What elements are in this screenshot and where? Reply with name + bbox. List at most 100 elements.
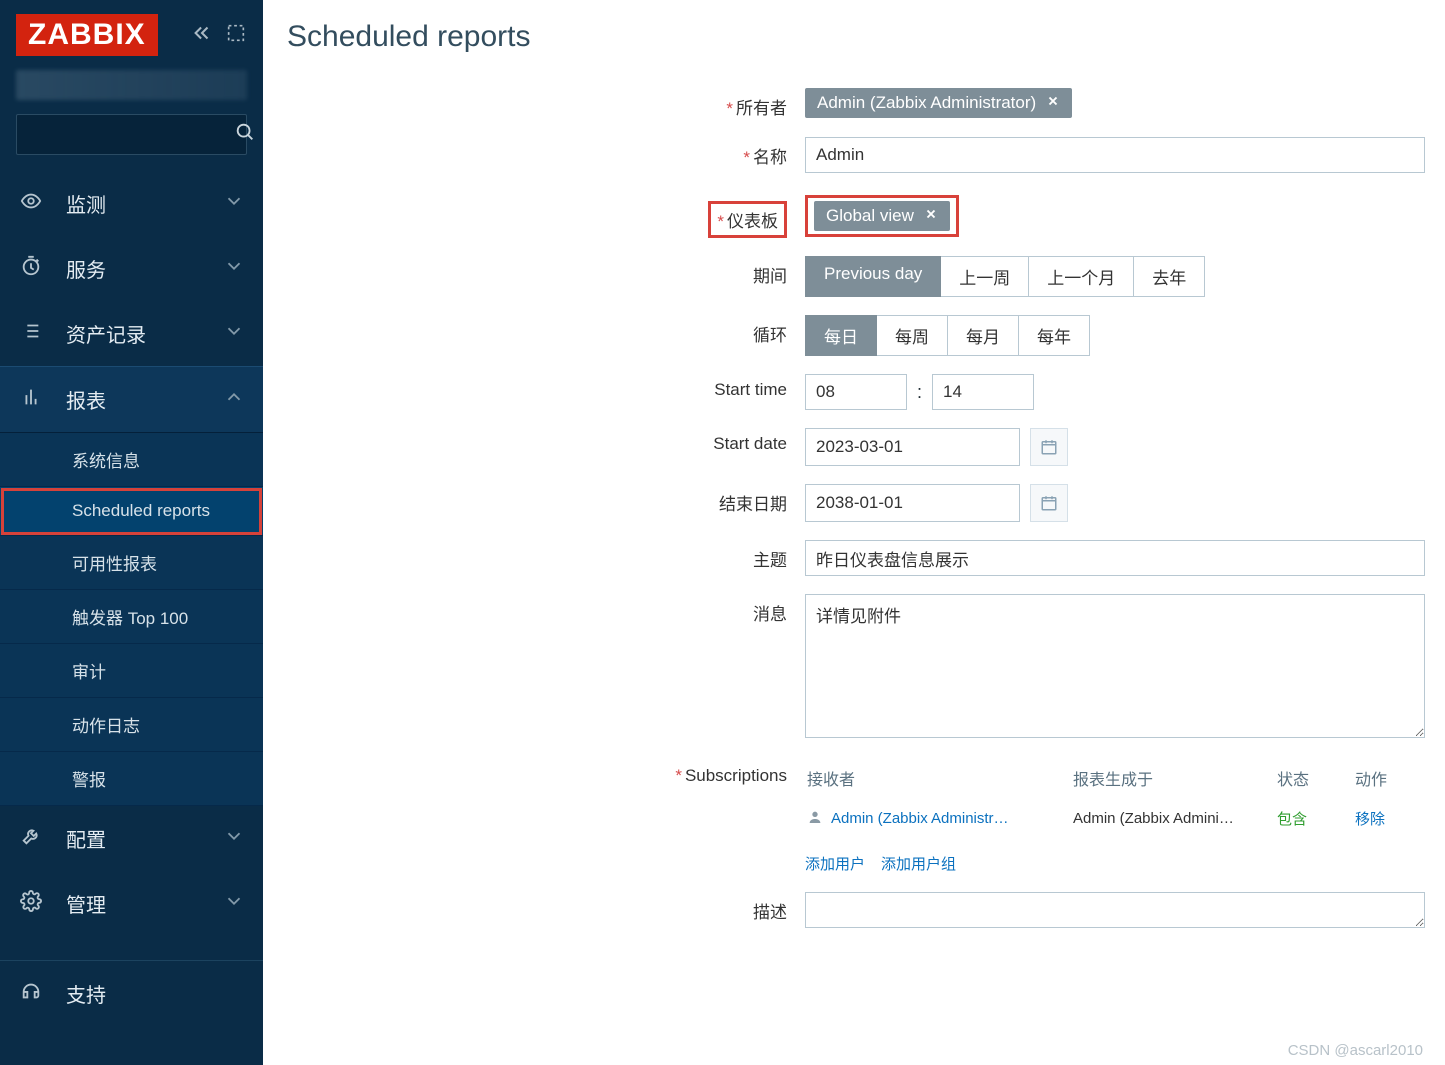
list-icon [18, 320, 44, 347]
user-icon [807, 809, 823, 829]
description-label: 描述 [287, 892, 805, 923]
expand-icon[interactable] [225, 22, 247, 49]
nav-label: 监测 [66, 189, 223, 218]
nav-services[interactable]: 服务 [0, 236, 263, 301]
stopwatch-icon [18, 255, 44, 282]
col-action: 动作 [1355, 766, 1431, 790]
subscriptions-label: *Subscriptions [287, 760, 805, 786]
start-date-label: Start date [287, 428, 805, 454]
close-icon[interactable] [924, 206, 938, 226]
subject-input[interactable] [805, 540, 1425, 576]
main-content: Scheduled reports *所有者 Admin (Zabbix Adm… [263, 0, 1445, 1065]
sub-notifications[interactable]: 警报 [0, 752, 263, 806]
subscriptions-header: 接收者 报表生成于 状态 动作 [805, 760, 1433, 800]
nav-label: 报表 [66, 385, 223, 414]
chevron-down-icon [223, 890, 245, 917]
name-label: *名称 [287, 137, 805, 168]
sub-triggers-top100[interactable]: 触发器 Top 100 [0, 590, 263, 644]
remove-action[interactable]: 移除 [1355, 808, 1431, 829]
nav-inventory[interactable]: 资产记录 [0, 301, 263, 366]
calendar-icon[interactable] [1030, 428, 1068, 466]
subject-label: 主题 [287, 540, 805, 571]
period-last-year[interactable]: 去年 [1134, 256, 1205, 297]
cycle-yearly[interactable]: 每年 [1019, 315, 1090, 356]
sub-availability[interactable]: 可用性报表 [0, 536, 263, 590]
message-textarea[interactable] [805, 594, 1425, 738]
dashboard-tag-text: Global view [826, 206, 914, 226]
recipient-link[interactable]: Admin (Zabbix Administr… [831, 810, 1009, 827]
period-previous-day[interactable]: Previous day [805, 256, 941, 297]
description-textarea[interactable] [805, 892, 1425, 928]
sidebar-top: ZABBIX [0, 0, 263, 66]
subscription-row: Admin (Zabbix Administr… Admin (Zabbix A… [805, 800, 1433, 837]
nav-configuration[interactable]: 配置 [0, 806, 263, 871]
headset-icon [18, 980, 44, 1007]
period-label: 期间 [287, 256, 805, 287]
subscriptions-table: 接收者 报表生成于 状态 动作 Admin (Zabbix Administr…… [805, 760, 1433, 874]
chevron-down-icon [223, 825, 245, 852]
calendar-icon[interactable] [1030, 484, 1068, 522]
sub-audit[interactable]: 审计 [0, 644, 263, 698]
sub-system-info[interactable]: 系统信息 [0, 433, 263, 487]
add-user-link[interactable]: 添加用户 [805, 853, 865, 874]
col-status: 状态 [1277, 766, 1355, 790]
dashboard-tag[interactable]: Global view [814, 201, 950, 231]
reports-submenu: 系统信息 Scheduled reports 可用性报表 触发器 Top 100… [0, 433, 263, 806]
chart-icon [18, 386, 44, 413]
chevron-down-icon [223, 320, 245, 347]
cycle-label: 循环 [287, 315, 805, 346]
chevron-down-icon [223, 255, 245, 282]
cycle-weekly[interactable]: 每周 [877, 315, 948, 356]
search-icon [234, 121, 256, 148]
cycle-group: 每日 每周 每月 每年 [805, 315, 1433, 356]
message-label: 消息 [287, 594, 805, 625]
end-date-input[interactable] [805, 484, 1020, 522]
nav-label: 服务 [66, 254, 223, 283]
owner-tag[interactable]: Admin (Zabbix Administrator) [805, 88, 1072, 118]
nav-label: 管理 [66, 889, 223, 918]
period-last-month[interactable]: 上一个月 [1029, 256, 1134, 297]
owner-tag-text: Admin (Zabbix Administrator) [817, 93, 1036, 113]
time-separator: : [917, 382, 922, 403]
sub-action-log[interactable]: 动作日志 [0, 698, 263, 752]
nav-reports[interactable]: 报表 [0, 366, 263, 433]
chevron-up-icon [223, 386, 245, 413]
nav-support[interactable]: 支持 [0, 961, 263, 1026]
add-user-group-link[interactable]: 添加用户组 [881, 853, 956, 874]
nav-label: 资产记录 [66, 319, 223, 348]
collapse-icon[interactable] [191, 22, 213, 49]
start-time-label: Start time [287, 374, 805, 400]
search-input[interactable] [27, 126, 234, 144]
chevron-down-icon [223, 190, 245, 217]
owner-label: *所有者 [287, 88, 805, 119]
nav-administration[interactable]: 管理 [0, 871, 263, 936]
logo: ZABBIX [16, 14, 158, 56]
eye-icon [18, 190, 44, 217]
col-recipient: 接收者 [807, 766, 1073, 790]
nav-label: 支持 [66, 979, 245, 1008]
end-date-label: 结束日期 [287, 484, 805, 515]
watermark: CSDN @ascarl2010 [1288, 1042, 1423, 1059]
nav-label: 配置 [66, 824, 223, 853]
start-time-hour[interactable] [805, 374, 907, 410]
report-form: *所有者 Admin (Zabbix Administrator) *名称 *仪… [287, 88, 1445, 1010]
sub-scheduled-reports[interactable]: Scheduled reports [0, 487, 263, 536]
start-date-input[interactable] [805, 428, 1020, 466]
name-input[interactable] [805, 137, 1425, 173]
search-box[interactable] [16, 114, 247, 155]
page-title: Scheduled reports [287, 20, 1445, 54]
period-group: Previous day 上一周 上一个月 去年 [805, 256, 1433, 297]
status-value[interactable]: 包含 [1277, 808, 1355, 829]
period-last-week[interactable]: 上一周 [941, 256, 1029, 297]
org-name-blur [16, 70, 247, 100]
start-time-min[interactable] [932, 374, 1034, 410]
close-icon[interactable] [1046, 93, 1060, 113]
nav-monitoring[interactable]: 监测 [0, 171, 263, 236]
sidebar: ZABBIX 监测 服务 [0, 0, 263, 1065]
wrench-icon [18, 825, 44, 852]
dashboard-label: *仪表板 [287, 191, 805, 238]
cycle-daily[interactable]: 每日 [805, 315, 877, 356]
col-generated-by: 报表生成于 [1073, 766, 1277, 790]
cycle-monthly[interactable]: 每月 [948, 315, 1019, 356]
generated-by-value: Admin (Zabbix Admini… [1073, 810, 1277, 827]
